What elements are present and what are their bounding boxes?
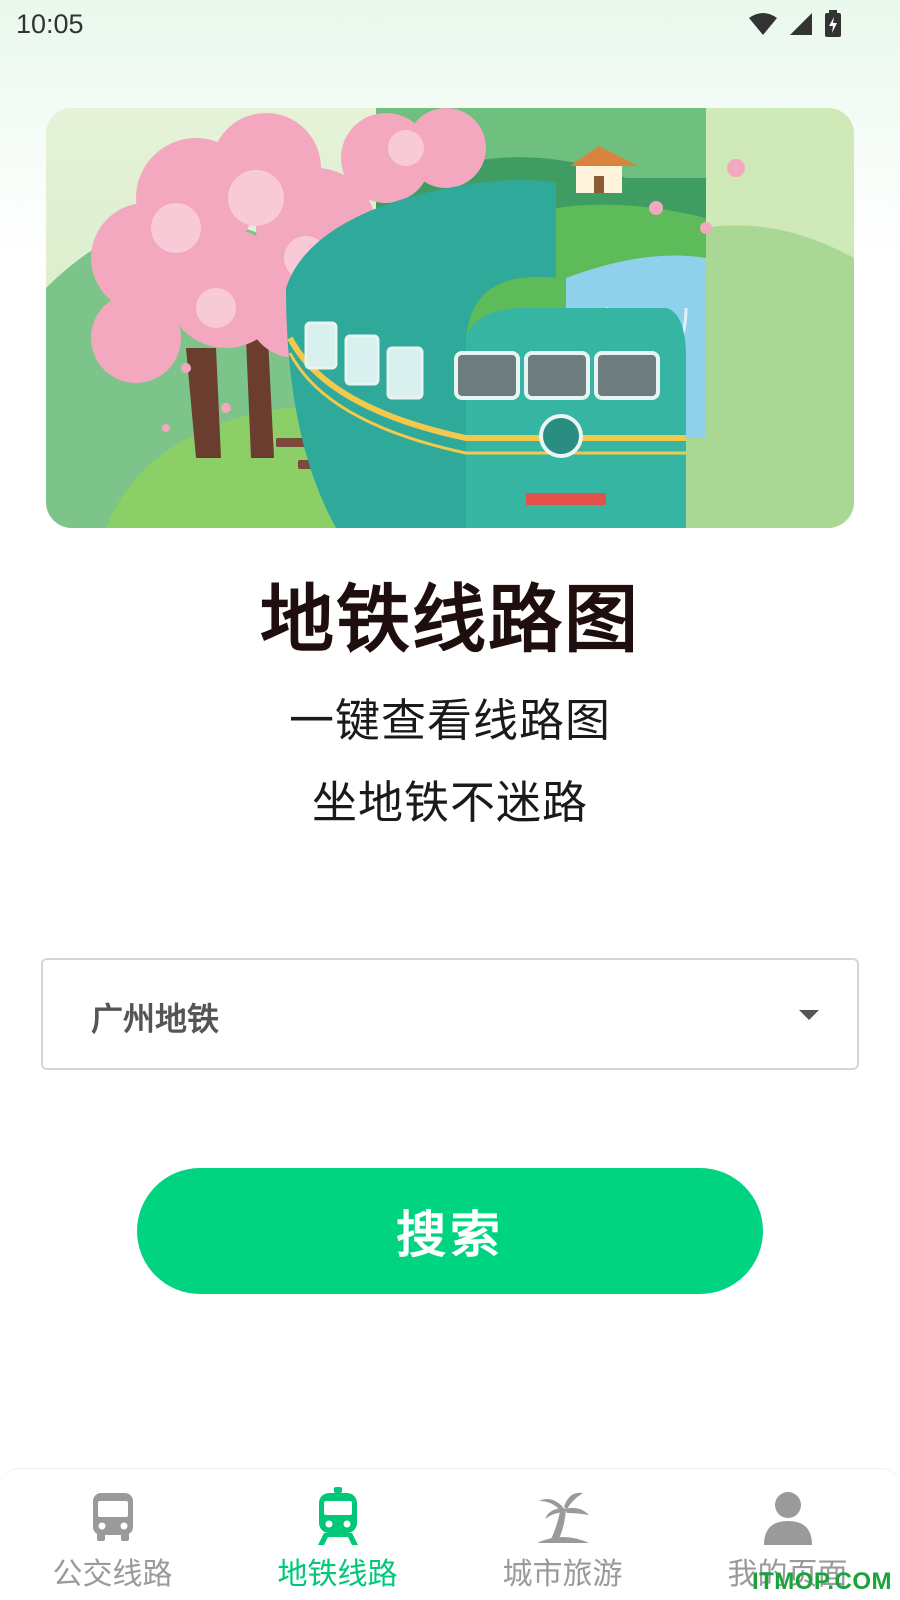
status-icons xyxy=(748,10,842,38)
subtitle-line-2: 坐地铁不迷路 xyxy=(311,776,588,829)
watermark: ITMOP.COM xyxy=(751,1568,892,1595)
tab-subway-lines[interactable]: 地铁线路 xyxy=(225,1469,450,1600)
subway-icon xyxy=(317,1487,358,1545)
status-time: 10:05 xyxy=(16,9,84,39)
palm-tree-icon xyxy=(536,1492,589,1543)
tab-label-bus-lines: 公交线路 xyxy=(52,1557,173,1592)
tab-city-travel[interactable]: 城市旅游 xyxy=(450,1469,675,1600)
subtitle-line-1: 一键查看线路图 xyxy=(288,694,611,747)
wifi-icon xyxy=(749,13,777,35)
person-icon xyxy=(763,1492,812,1545)
subway-train-illustration xyxy=(46,108,854,528)
page-title: 地铁线路图 xyxy=(260,577,640,663)
search-button[interactable]: 搜索 xyxy=(137,1168,763,1294)
city-select-value: 广州地铁 xyxy=(91,1000,220,1038)
tab-label-city-travel: 城市旅游 xyxy=(502,1557,623,1592)
tab-label-subway-lines: 地铁线路 xyxy=(277,1557,398,1592)
battery-icon xyxy=(825,10,841,37)
city-select[interactable]: 广州地铁 xyxy=(41,958,859,1070)
hero-illustration xyxy=(46,108,854,528)
tab-bus-lines[interactable]: 公交线路 xyxy=(0,1469,225,1600)
bus-icon xyxy=(92,1493,133,1541)
signal-icon xyxy=(790,13,812,35)
dropdown-arrow-icon xyxy=(799,1010,819,1020)
status-bar: 10:05 xyxy=(0,0,900,50)
